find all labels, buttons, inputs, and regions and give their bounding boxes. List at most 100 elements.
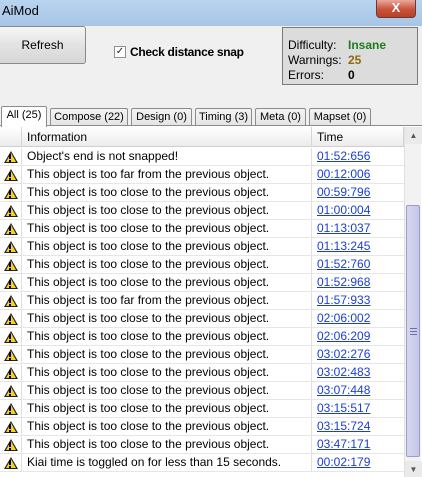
time-link[interactable]: 01:00:004 <box>312 202 404 219</box>
time-link[interactable]: 03:02:483 <box>312 364 404 381</box>
table-row[interactable]: This object is too close to the previous… <box>0 328 404 346</box>
window-title: AiMod <box>2 3 39 18</box>
information-cell: This object is too close to the previous… <box>22 400 312 417</box>
warning-cell <box>0 202 22 219</box>
time-link[interactable]: 03:15:517 <box>312 400 404 417</box>
time-link[interactable]: 03:07:448 <box>312 382 404 399</box>
tab-compose[interactable]: Compose (22) <box>50 108 128 126</box>
time-link[interactable]: 01:13:245 <box>312 238 404 255</box>
warning-icon <box>4 349 18 361</box>
table-row[interactable]: This object is too close to the previous… <box>0 418 404 436</box>
time-link[interactable]: 03:02:276 <box>312 346 404 363</box>
table-row[interactable]: This object is too close to the previous… <box>0 346 404 364</box>
warning-cell <box>0 328 22 345</box>
table-row[interactable]: This object is too close to the previous… <box>0 310 404 328</box>
warning-cell <box>0 274 22 291</box>
warning-cell <box>0 400 22 417</box>
tab-mapset[interactable]: Mapset (0) <box>309 108 371 126</box>
warning-icon <box>4 259 18 271</box>
tab-design[interactable]: Design (0) <box>131 108 192 126</box>
time-link[interactable]: 01:52:656 <box>312 148 404 165</box>
time-link[interactable]: 01:13:037 <box>312 220 404 237</box>
time-link[interactable]: 00:02:179 <box>312 454 404 471</box>
tab-timing[interactable]: Timing (3) <box>195 108 252 126</box>
title-bar: AiMod X <box>0 0 422 26</box>
table-row[interactable]: Object's end is not snapped! 01:52:656 <box>0 148 404 166</box>
warning-cell <box>0 382 22 399</box>
information-cell: Object's end is not snapped! <box>22 148 312 165</box>
information-cell: This object is too close to the previous… <box>22 346 312 363</box>
close-button[interactable]: X <box>376 0 416 18</box>
table-row[interactable]: This object is too close to the previous… <box>0 202 404 220</box>
issues-grid: Information Time Object's end is not sna… <box>0 125 422 477</box>
vertical-scrollbar[interactable]: ▲ ▼ <box>404 127 422 477</box>
time-link[interactable]: 01:52:968 <box>312 274 404 291</box>
warning-cell <box>0 454 22 471</box>
warning-icon <box>4 187 18 199</box>
warning-cell <box>0 220 22 237</box>
scroll-up-arrow-icon[interactable]: ▲ <box>405 127 422 144</box>
icon-column-header[interactable] <box>0 127 22 147</box>
information-cell: This object is too close to the previous… <box>22 238 312 255</box>
table-row[interactable]: This object is too close to the previous… <box>0 274 404 292</box>
time-link[interactable]: 01:52:760 <box>312 256 404 273</box>
time-link[interactable]: 00:59:796 <box>312 184 404 201</box>
information-column-header[interactable]: Information <box>22 127 312 147</box>
table-row[interactable]: This object is too close to the previous… <box>0 238 404 256</box>
table-row[interactable]: This object is too close to the previous… <box>0 220 404 238</box>
warning-icon <box>4 385 18 397</box>
warnings-label: Warnings: <box>288 53 342 67</box>
tab-all[interactable]: All (25) <box>1 106 47 127</box>
warning-icon <box>4 205 18 217</box>
warning-icon <box>4 169 18 181</box>
information-cell: This object is too far from the previous… <box>22 166 312 183</box>
table-row[interactable]: This object is too close to the previous… <box>0 400 404 418</box>
distance-snap-label: Check distance snap <box>130 45 244 59</box>
information-cell: This object is too close to the previous… <box>22 274 312 291</box>
table-row[interactable]: This object is too close to the previous… <box>0 184 404 202</box>
scroll-thumb[interactable] <box>406 205 420 457</box>
table-row[interactable]: This object is too close to the previous… <box>0 382 404 400</box>
time-link[interactable]: 02:06:002 <box>312 310 404 327</box>
information-cell: This object is too close to the previous… <box>22 256 312 273</box>
table-row[interactable]: This object is too close to the previous… <box>0 364 404 382</box>
tab-meta[interactable]: Meta (0) <box>255 108 306 126</box>
warning-icon <box>4 331 18 343</box>
warning-cell <box>0 310 22 327</box>
warning-icon <box>4 421 18 433</box>
difficulty-value: Insane <box>348 38 387 52</box>
time-link[interactable]: 01:57:933 <box>312 292 404 309</box>
distance-snap-toggle[interactable]: ✓ Check distance snap <box>114 44 244 60</box>
time-link[interactable]: 00:12:006 <box>312 166 404 183</box>
information-cell: This object is too close to the previous… <box>22 328 312 345</box>
warning-icon <box>4 313 18 325</box>
warning-cell <box>0 166 22 183</box>
distance-snap-checkbox[interactable]: ✓ <box>114 46 126 58</box>
warning-cell <box>0 346 22 363</box>
information-cell: This object is too close to the previous… <box>22 310 312 327</box>
information-cell: This object is too close to the previous… <box>22 382 312 399</box>
warning-icon <box>4 403 18 415</box>
warning-icon <box>4 241 18 253</box>
grid-header: Information Time <box>0 127 404 147</box>
table-row[interactable]: This object is too far from the previous… <box>0 292 404 310</box>
time-column-header[interactable]: Time <box>312 127 404 147</box>
warning-cell <box>0 418 22 435</box>
information-cell: This object is too close to the previous… <box>22 220 312 237</box>
time-link[interactable]: 03:15:724 <box>312 418 404 435</box>
errors-label: Errors: <box>288 68 324 82</box>
table-row[interactable]: This object is too far from the previous… <box>0 166 404 184</box>
time-link[interactable]: 02:06:209 <box>312 328 404 345</box>
refresh-button[interactable]: Refresh <box>0 26 86 64</box>
scroll-down-arrow-icon[interactable]: ▼ <box>405 461 422 477</box>
grid-rows: Object's end is not snapped! 01:52:656 Thi… <box>0 148 404 472</box>
warning-cell <box>0 148 22 165</box>
category-tabs: All (25) Compose (22) Design (0) Timing … <box>0 106 422 127</box>
table-row[interactable]: Kiai time is toggled on for less than 15… <box>0 454 404 472</box>
warning-cell <box>0 256 22 273</box>
warning-cell <box>0 292 22 309</box>
information-cell: This object is too close to the previous… <box>22 184 312 201</box>
table-row[interactable]: This object is too close to the previous… <box>0 256 404 274</box>
table-row[interactable]: This object is too close to the previous… <box>0 436 404 454</box>
time-link[interactable]: 03:47:171 <box>312 436 404 453</box>
